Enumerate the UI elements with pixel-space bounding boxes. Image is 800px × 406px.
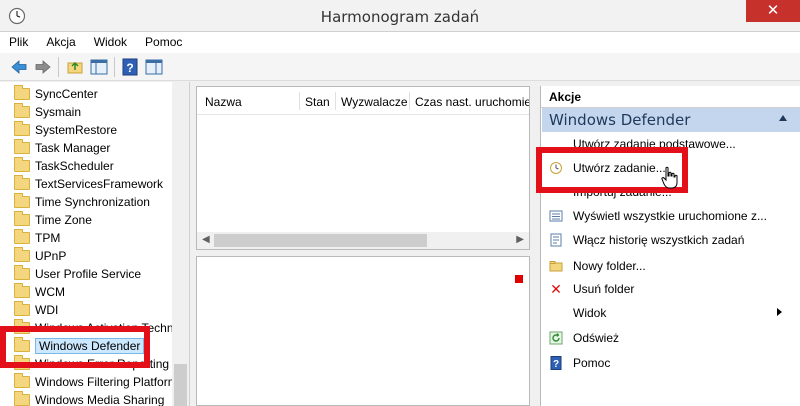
tree-item[interactable]: TaskScheduler xyxy=(14,157,114,175)
svg-text:?: ? xyxy=(126,61,133,75)
column-status[interactable]: Stan xyxy=(305,95,330,109)
show-hide-action-pane-icon[interactable] xyxy=(145,58,163,76)
scroll-right-icon[interactable]: ▶ xyxy=(516,234,524,245)
scrollbar-thumb[interactable] xyxy=(214,234,427,247)
running-tasks-icon xyxy=(549,209,563,223)
tree-item[interactable]: SystemRestore xyxy=(14,121,117,139)
actions-pane: Akcje Windows Defender Utwórz zadanie po… xyxy=(540,86,800,406)
column-triggers[interactable]: Wyzwalacze xyxy=(341,95,408,109)
close-button[interactable]: ✕ xyxy=(746,0,800,22)
view-icon xyxy=(549,306,563,320)
tree-item[interactable]: TPM xyxy=(14,229,60,247)
folder-icon xyxy=(14,175,30,190)
action-view-submenu[interactable]: Widok xyxy=(549,303,789,323)
back-icon[interactable] xyxy=(10,58,28,76)
action-help[interactable]: ? Pomoc xyxy=(549,353,610,373)
folder-icon xyxy=(14,265,30,280)
actions-group-title: Windows Defender xyxy=(549,111,691,129)
tree-scrollbar[interactable] xyxy=(172,82,189,406)
hand-cursor-icon xyxy=(661,166,678,189)
collapse-icon[interactable] xyxy=(779,115,787,121)
refresh-icon xyxy=(549,331,563,345)
folder-icon xyxy=(14,211,30,226)
actions-group-header[interactable]: Windows Defender xyxy=(542,108,800,132)
column-next-run[interactable]: Czas nast. uruchomienia xyxy=(415,95,529,109)
svg-text:?: ? xyxy=(553,359,559,370)
help-icon: ? xyxy=(549,356,563,370)
help-icon[interactable]: ? xyxy=(121,58,139,76)
scrollbar-thumb[interactable] xyxy=(174,364,187,406)
action-display-running-tasks[interactable]: Wyświetl wszystkie uruchomione z... xyxy=(549,206,767,226)
task-list: Nazwa Stan Wyzwalacze Czas nast. uruchom… xyxy=(196,86,530,250)
menu-bar: Plik Akcja Widok Pomoc xyxy=(0,32,800,53)
highlight-box-tree xyxy=(0,326,150,368)
tree-item[interactable]: TextServicesFramework xyxy=(14,175,163,193)
scroll-left-icon[interactable]: ◀ xyxy=(202,234,210,245)
show-hide-tree-icon[interactable] xyxy=(90,58,108,76)
action-enable-history[interactable]: Włącz historię wszystkich zadań xyxy=(549,230,744,250)
tree-item[interactable]: User Profile Service xyxy=(14,265,141,283)
tree-item[interactable]: WDI xyxy=(14,301,58,319)
action-new-folder[interactable]: Nowy folder... xyxy=(549,256,646,276)
action-refresh[interactable]: Odśwież xyxy=(549,328,619,348)
center-pane: Nazwa Stan Wyzwalacze Czas nast. uruchom… xyxy=(196,86,530,406)
resize-marker xyxy=(515,275,523,283)
action-delete-folder[interactable]: ✕ Usuń folder xyxy=(549,279,634,299)
new-folder-icon xyxy=(549,259,563,273)
column-header: Nazwa Stan Wyzwalacze Czas nast. uruchom… xyxy=(197,87,529,115)
folder-icon xyxy=(14,157,30,172)
window-title: Harmonogram zadań xyxy=(320,8,480,26)
title-bar: Harmonogram zadań ✕ xyxy=(0,0,800,32)
forward-icon[interactable] xyxy=(34,58,52,76)
folder-icon xyxy=(14,139,30,154)
folder-icon xyxy=(14,103,30,118)
task-details xyxy=(196,256,530,406)
tree-item[interactable]: WCM xyxy=(14,283,65,301)
folder-icon xyxy=(14,283,30,298)
folder-icon xyxy=(14,391,30,406)
tree-item[interactable]: Time Synchronization xyxy=(14,193,150,211)
folder-icon xyxy=(14,121,30,136)
column-name[interactable]: Nazwa xyxy=(205,95,242,109)
task-list-hscrollbar[interactable]: ◀ ▶ xyxy=(197,232,529,249)
tree-item[interactable]: Windows Filtering Platform xyxy=(14,373,178,391)
actions-header: Akcje xyxy=(541,86,800,108)
folder-icon xyxy=(14,193,30,208)
folder-icon xyxy=(14,247,30,262)
submenu-arrow-icon xyxy=(777,308,782,316)
history-icon xyxy=(549,233,563,247)
folder-icon xyxy=(14,301,30,316)
menu-help[interactable]: Pomoc xyxy=(136,32,191,52)
tree-item[interactable]: Time Zone xyxy=(14,211,92,229)
folder-icon xyxy=(14,85,30,100)
delete-icon: ✕ xyxy=(550,281,562,297)
up-folder-icon[interactable] xyxy=(66,58,84,76)
tree-item[interactable]: Sysmain xyxy=(14,103,81,121)
tree-item[interactable]: Task Manager xyxy=(14,139,110,157)
folder-icon xyxy=(14,229,30,244)
menu-file[interactable]: Plik xyxy=(0,32,37,52)
menu-view[interactable]: Widok xyxy=(85,32,136,52)
folder-icon xyxy=(14,373,30,388)
tree-item[interactable]: UPnP xyxy=(14,247,66,265)
menu-action[interactable]: Akcja xyxy=(37,32,84,52)
tree-item[interactable]: SyncCenter xyxy=(14,85,98,103)
toolbar: ? xyxy=(0,53,800,81)
tree-item[interactable]: Windows Media Sharing xyxy=(14,391,164,406)
